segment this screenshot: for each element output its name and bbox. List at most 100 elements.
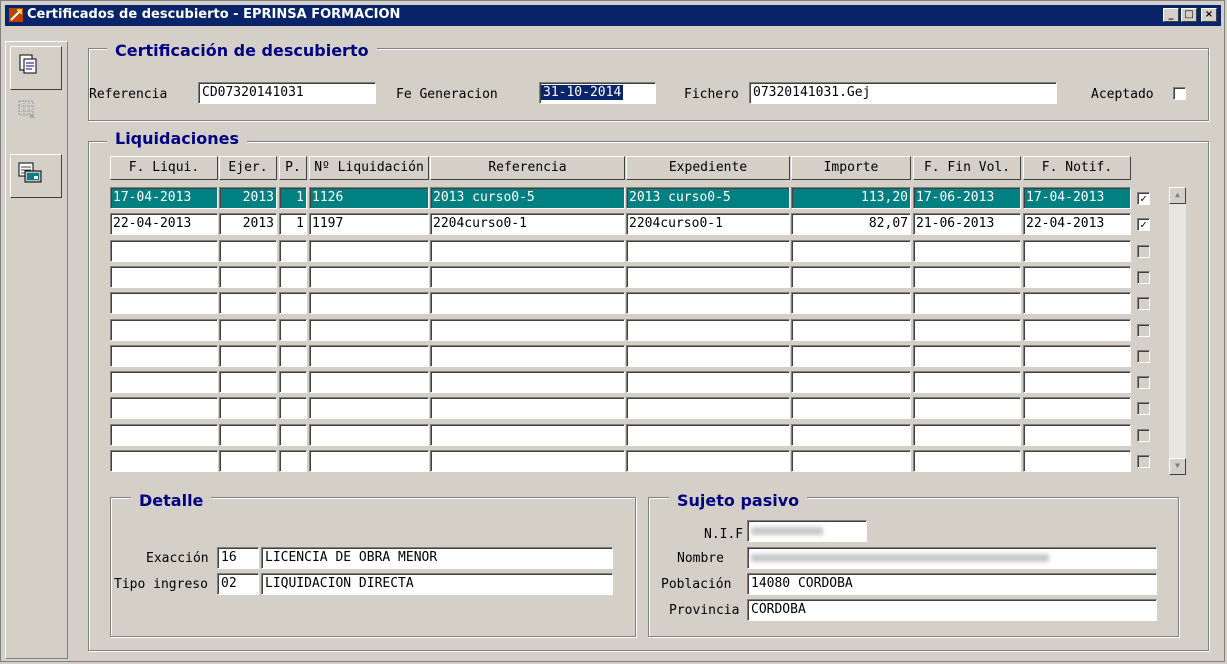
cell-p[interactable] [279,240,307,262]
cell-importe[interactable] [791,240,911,262]
cell-expediente[interactable]: 2013 curso0-5 [626,187,790,209]
cell-ejer[interactable]: 2013 [219,213,277,235]
cell-f-liqui[interactable] [110,450,218,472]
cell-importe[interactable] [791,450,911,472]
cell-f-fin-vol[interactable]: 17-06-2013 [913,187,1021,209]
cell-n-liquidacion[interactable]: 1197 [309,213,429,235]
nif-input[interactable] [747,520,867,542]
cell-f-notif[interactable] [1023,397,1131,419]
row-checkbox[interactable]: ✓ [1137,218,1150,231]
row-checkbox[interactable] [1137,297,1150,310]
row-checkbox[interactable] [1137,429,1150,442]
cell-p[interactable] [279,371,307,393]
row-checkbox[interactable] [1137,455,1150,468]
cell-importe[interactable] [791,371,911,393]
cell-f-liqui[interactable] [110,240,218,262]
grid-button[interactable] [10,92,62,136]
cell-n-liquidacion[interactable]: 1126 [309,187,429,209]
cell-f-liqui[interactable] [110,397,218,419]
exaccion-code-input[interactable]: 16 [217,547,259,569]
cell-p[interactable] [279,450,307,472]
cell-expediente[interactable] [626,345,790,367]
maximize-button[interactable]: □ [1181,8,1197,22]
cell-n-liquidacion[interactable] [309,319,429,341]
column-header-referencia[interactable]: Referencia [430,156,625,180]
cell-f-notif[interactable] [1023,266,1131,288]
cell-f-fin-vol[interactable] [913,240,1021,262]
cell-expediente[interactable] [626,450,790,472]
cell-n-liquidacion[interactable] [309,345,429,367]
scroll-down-button[interactable]: ▼ [1169,458,1186,475]
cell-f-fin-vol[interactable] [913,266,1021,288]
cell-referencia[interactable] [430,240,625,262]
cell-p[interactable] [279,424,307,446]
cell-f-liqui[interactable] [110,424,218,446]
cell-f-notif[interactable] [1023,450,1131,472]
column-header-n-liquidacion[interactable]: Nº Liquidación [309,156,429,180]
cell-ejer[interactable] [219,240,277,262]
cell-p[interactable] [279,345,307,367]
cell-referencia[interactable] [430,345,625,367]
cell-importe[interactable] [791,424,911,446]
cell-f-fin-vol[interactable] [913,319,1021,341]
cell-f-notif[interactable] [1023,424,1131,446]
cell-importe[interactable] [791,345,911,367]
cell-expediente[interactable] [626,397,790,419]
cell-ejer[interactable] [219,292,277,314]
cell-f-liqui[interactable] [110,371,218,393]
cell-f-notif[interactable] [1023,319,1131,341]
poblacion-input[interactable]: 14080 CORDOBA [747,573,1157,595]
referencia-input[interactable]: CD07320141031 [198,82,376,104]
column-header-expediente[interactable]: Expediente [626,156,790,180]
cell-n-liquidacion[interactable] [309,240,429,262]
cell-p[interactable] [279,292,307,314]
cell-f-liqui[interactable] [110,345,218,367]
cell-f-liqui[interactable] [110,266,218,288]
cell-n-liquidacion[interactable] [309,371,429,393]
cell-expediente[interactable] [626,424,790,446]
cell-f-fin-vol[interactable] [913,292,1021,314]
provincia-input[interactable]: CORDOBA [747,599,1157,621]
column-header-importe[interactable]: Importe [791,156,911,180]
cell-f-liqui[interactable]: 17-04-2013 [110,187,218,209]
cell-referencia[interactable]: 2204curso0-1 [430,213,625,235]
cell-importe[interactable] [791,319,911,341]
cell-ejer[interactable] [219,266,277,288]
cell-p[interactable] [279,319,307,341]
cell-f-fin-vol[interactable] [913,345,1021,367]
cell-p[interactable]: 1 [279,213,307,235]
title-bar[interactable]: Certificados de descubierto - EPRINSA FO… [5,5,1221,26]
cell-f-notif[interactable]: 22-04-2013 [1023,213,1131,235]
cell-p[interactable] [279,266,307,288]
exaccion-value-input[interactable]: LICENCIA DE OBRA MENOR [261,547,613,569]
cell-referencia[interactable]: 2013 curso0-5 [430,187,625,209]
cell-importe[interactable] [791,292,911,314]
cell-n-liquidacion[interactable] [309,424,429,446]
cell-f-fin-vol[interactable]: 21-06-2013 [913,213,1021,235]
cell-referencia[interactable] [430,266,625,288]
cell-n-liquidacion[interactable] [309,266,429,288]
row-checkbox[interactable] [1137,271,1150,284]
aceptado-checkbox[interactable] [1173,87,1186,100]
fichero-input[interactable]: 07320141031.Gej [749,82,1057,104]
cell-importe[interactable]: 82,07 [791,213,911,235]
cell-referencia[interactable] [430,424,625,446]
cell-f-liqui[interactable] [110,319,218,341]
cell-f-fin-vol[interactable] [913,450,1021,472]
cell-p[interactable] [279,397,307,419]
cell-p[interactable]: 1 [279,187,307,209]
column-header-p[interactable]: P. [279,156,307,180]
row-checkbox[interactable] [1137,376,1150,389]
cell-expediente[interactable] [626,371,790,393]
cell-expediente[interactable] [626,319,790,341]
column-header-f-notif[interactable]: F. Notif. [1023,156,1131,180]
cell-referencia[interactable] [430,371,625,393]
cell-f-notif[interactable] [1023,240,1131,262]
edit-document-button[interactable] [10,46,62,90]
cell-referencia[interactable] [430,450,625,472]
cell-f-fin-vol[interactable] [913,424,1021,446]
cell-f-notif[interactable] [1023,292,1131,314]
minimize-button[interactable]: _ [1163,8,1179,22]
fe-generacion-input[interactable]: 31-10-2014 [539,82,656,104]
cell-f-liqui[interactable]: 22-04-2013 [110,213,218,235]
